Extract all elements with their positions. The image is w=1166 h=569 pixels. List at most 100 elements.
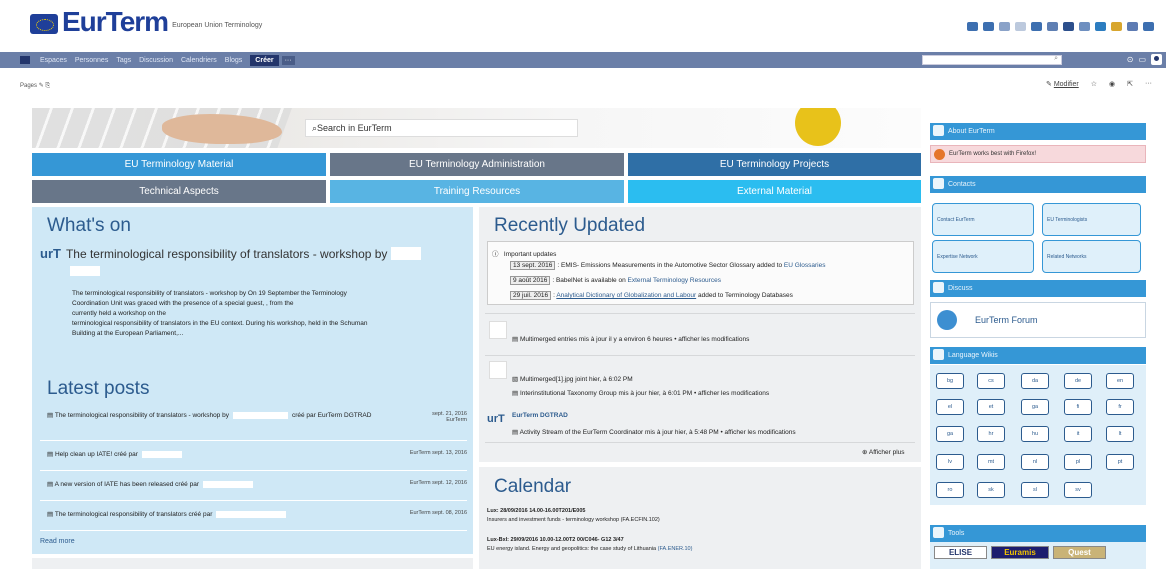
language-wiki-fr[interactable]: fr <box>1106 399 1134 415</box>
avatar[interactable] <box>1151 54 1162 65</box>
contact-eurterm-box[interactable]: Contact EurTerm <box>932 203 1034 236</box>
hero-search-input[interactable]: ⌕Search in EurTerm <box>305 119 578 137</box>
modify-button[interactable]: ✎ Modifier <box>1046 80 1079 88</box>
language-wiki-it[interactable]: it <box>1064 426 1092 442</box>
language-wiki-lt[interactable]: lt <box>1106 426 1134 442</box>
update-line: 29 juil. 2016: Analytical Dictionary of … <box>510 291 793 300</box>
app-icon[interactable] <box>967 22 978 31</box>
language-wiki-fi[interactable]: fi <box>1064 399 1092 415</box>
share-icon[interactable]: ⇱ <box>1127 80 1133 88</box>
app-icon[interactable] <box>999 22 1010 31</box>
update-line: 13 sept. 2016: EMIS- Emissions Measureme… <box>510 261 825 270</box>
divider <box>485 442 915 443</box>
contacts-icon <box>933 178 944 189</box>
app-icon[interactable] <box>1111 22 1122 31</box>
body-line: Building at the European Parliament,... <box>72 330 184 337</box>
forum-box[interactable]: EurTerm Forum <box>930 302 1146 338</box>
language-wiki-el[interactable]: el <box>936 399 964 415</box>
related-networks-box[interactable]: Related Networks <box>1042 240 1141 273</box>
tile-external-material[interactable]: External Material <box>628 180 921 203</box>
whats-on-item-title[interactable]: The terminological responsibility of tra… <box>66 247 387 261</box>
post-link[interactable]: ▤ A new version of IATE has been release… <box>47 480 253 488</box>
tile-eu-terminology-administration[interactable]: EU Terminology Administration <box>330 153 624 176</box>
help-icon[interactable]: ⊙ <box>1127 55 1134 64</box>
nav-item-espaces[interactable]: Espaces <box>40 57 67 64</box>
read-more-link[interactable]: Read more <box>40 538 75 545</box>
more-button[interactable]: ··· <box>281 55 295 65</box>
about-header[interactable]: About EurTerm <box>930 123 1146 140</box>
more-actions-icon[interactable]: ··· <box>1145 80 1152 88</box>
app-icon[interactable] <box>1063 22 1074 31</box>
language-wiki-ga[interactable]: ga <box>936 426 964 442</box>
language-wiki-hr[interactable]: hr <box>977 426 1005 442</box>
elise-button[interactable]: ELISE <box>934 546 987 559</box>
post-link[interactable]: ▤ The terminological responsibility of t… <box>47 411 371 423</box>
activity-user[interactable]: EurTerm DGTRAD <box>512 412 568 419</box>
language-wiki-lv[interactable]: lv <box>936 454 964 470</box>
post-link[interactable]: ▤ The terminological responsibility of t… <box>47 510 287 518</box>
home-icon[interactable] <box>20 56 30 64</box>
tile-eu-terminology-material[interactable]: EU Terminology Material <box>32 153 326 176</box>
eu-flag-icon <box>30 14 58 34</box>
activity-line: ▤ Interinstitutional Taxonomy Group mis … <box>512 390 770 397</box>
activity-line: ▤ Multimerged entries mis à jour il y a … <box>512 336 750 343</box>
language-wiki-ga[interactable]: ga <box>1021 399 1049 415</box>
language-wiki-mt[interactable]: mt <box>977 454 1005 470</box>
post-link[interactable]: ▤ Help clean up IATE! créé par <box>47 450 182 458</box>
quest-button[interactable]: Quest <box>1053 546 1106 559</box>
app-icon[interactable] <box>1047 22 1058 31</box>
app-icon[interactable] <box>1079 22 1090 31</box>
language-wiki-ro[interactable]: ro <box>936 482 964 498</box>
notification-icon[interactable]: ▭ <box>1138 55 1146 64</box>
nav-item-personnes[interactable]: Personnes <box>75 57 108 64</box>
important-updates-heading: ⓘ Important updates <box>492 251 557 258</box>
app-icon[interactable] <box>1031 22 1042 31</box>
eurterm-logo[interactable]: EurTerm European Union Terminology <box>30 8 262 36</box>
language-wiki-et[interactable]: et <box>977 399 1005 415</box>
app-icon[interactable] <box>1127 22 1138 31</box>
nav-item-discussion[interactable]: Discussion <box>139 57 173 64</box>
update-link[interactable]: EU Glossaries <box>784 262 826 269</box>
language-wiki-da[interactable]: da <box>1021 373 1049 389</box>
update-link[interactable]: External Terminology Resources <box>628 277 721 284</box>
post-meta: EurTerm sept. 12, 2016 <box>409 480 467 486</box>
language-wiki-pl[interactable]: pl <box>1064 454 1092 470</box>
language-wiki-de[interactable]: de <box>1064 373 1092 389</box>
star-icon[interactable]: ☆ <box>1091 80 1097 88</box>
nav-search-input[interactable]: ⌕ <box>922 55 1062 65</box>
expertise-network-box[interactable]: Expertise Network <box>932 240 1034 273</box>
language-wiki-hu[interactable]: hu <box>1021 426 1049 442</box>
app-icon[interactable] <box>983 22 994 31</box>
create-button[interactable]: Créer <box>250 54 279 66</box>
language-wiki-cs[interactable]: cs <box>977 373 1005 389</box>
nav-item-calendriers[interactable]: Calendriers <box>181 57 217 64</box>
show-more-link[interactable]: ⊕ Afficher plus <box>862 448 905 456</box>
update-link[interactable]: Analytical Dictionary of Globalization a… <box>556 292 696 299</box>
language-wiki-en[interactable]: en <box>1106 373 1134 389</box>
language-wiki-sv[interactable]: sv <box>1064 482 1092 498</box>
search-icon: ⌕ <box>1054 55 1058 62</box>
avatar[interactable] <box>489 321 507 339</box>
app-icon[interactable] <box>1095 22 1106 31</box>
pin-icon[interactable]: ✎ ⎘ <box>39 83 51 89</box>
tile-training-resources[interactable]: Training Resources <box>330 180 624 203</box>
language-wiki-sl[interactable]: sl <box>1021 482 1049 498</box>
event-body: Insurers and investment funds - terminol… <box>487 517 660 523</box>
eu-terminologists-box[interactable]: EU Terminologists <box>1042 203 1141 236</box>
nav-item-blogs[interactable]: Blogs <box>225 57 243 64</box>
app-icon[interactable] <box>1015 22 1026 31</box>
language-wiki-pt[interactable]: pt <box>1106 454 1134 470</box>
event-link[interactable]: (FA.ENER.10) <box>658 546 693 552</box>
euramis-button[interactable]: Euramis <box>991 546 1049 559</box>
language-wiki-bg[interactable]: bg <box>936 373 964 389</box>
tile-eu-terminology-projects[interactable]: EU Terminology Projects <box>628 153 921 176</box>
language-wiki-nl[interactable]: nl <box>1021 454 1049 470</box>
tile-technical-aspects[interactable]: Technical Aspects <box>32 180 326 203</box>
avatar[interactable] <box>489 361 507 379</box>
app-icon[interactable] <box>1143 22 1154 31</box>
watch-icon[interactable]: ◉ <box>1109 80 1115 88</box>
pages-link[interactable]: Pages <box>20 83 37 89</box>
nav-item-tags[interactable]: Tags <box>116 57 131 64</box>
language-wiki-sk[interactable]: sk <box>977 482 1005 498</box>
divider <box>40 440 467 441</box>
